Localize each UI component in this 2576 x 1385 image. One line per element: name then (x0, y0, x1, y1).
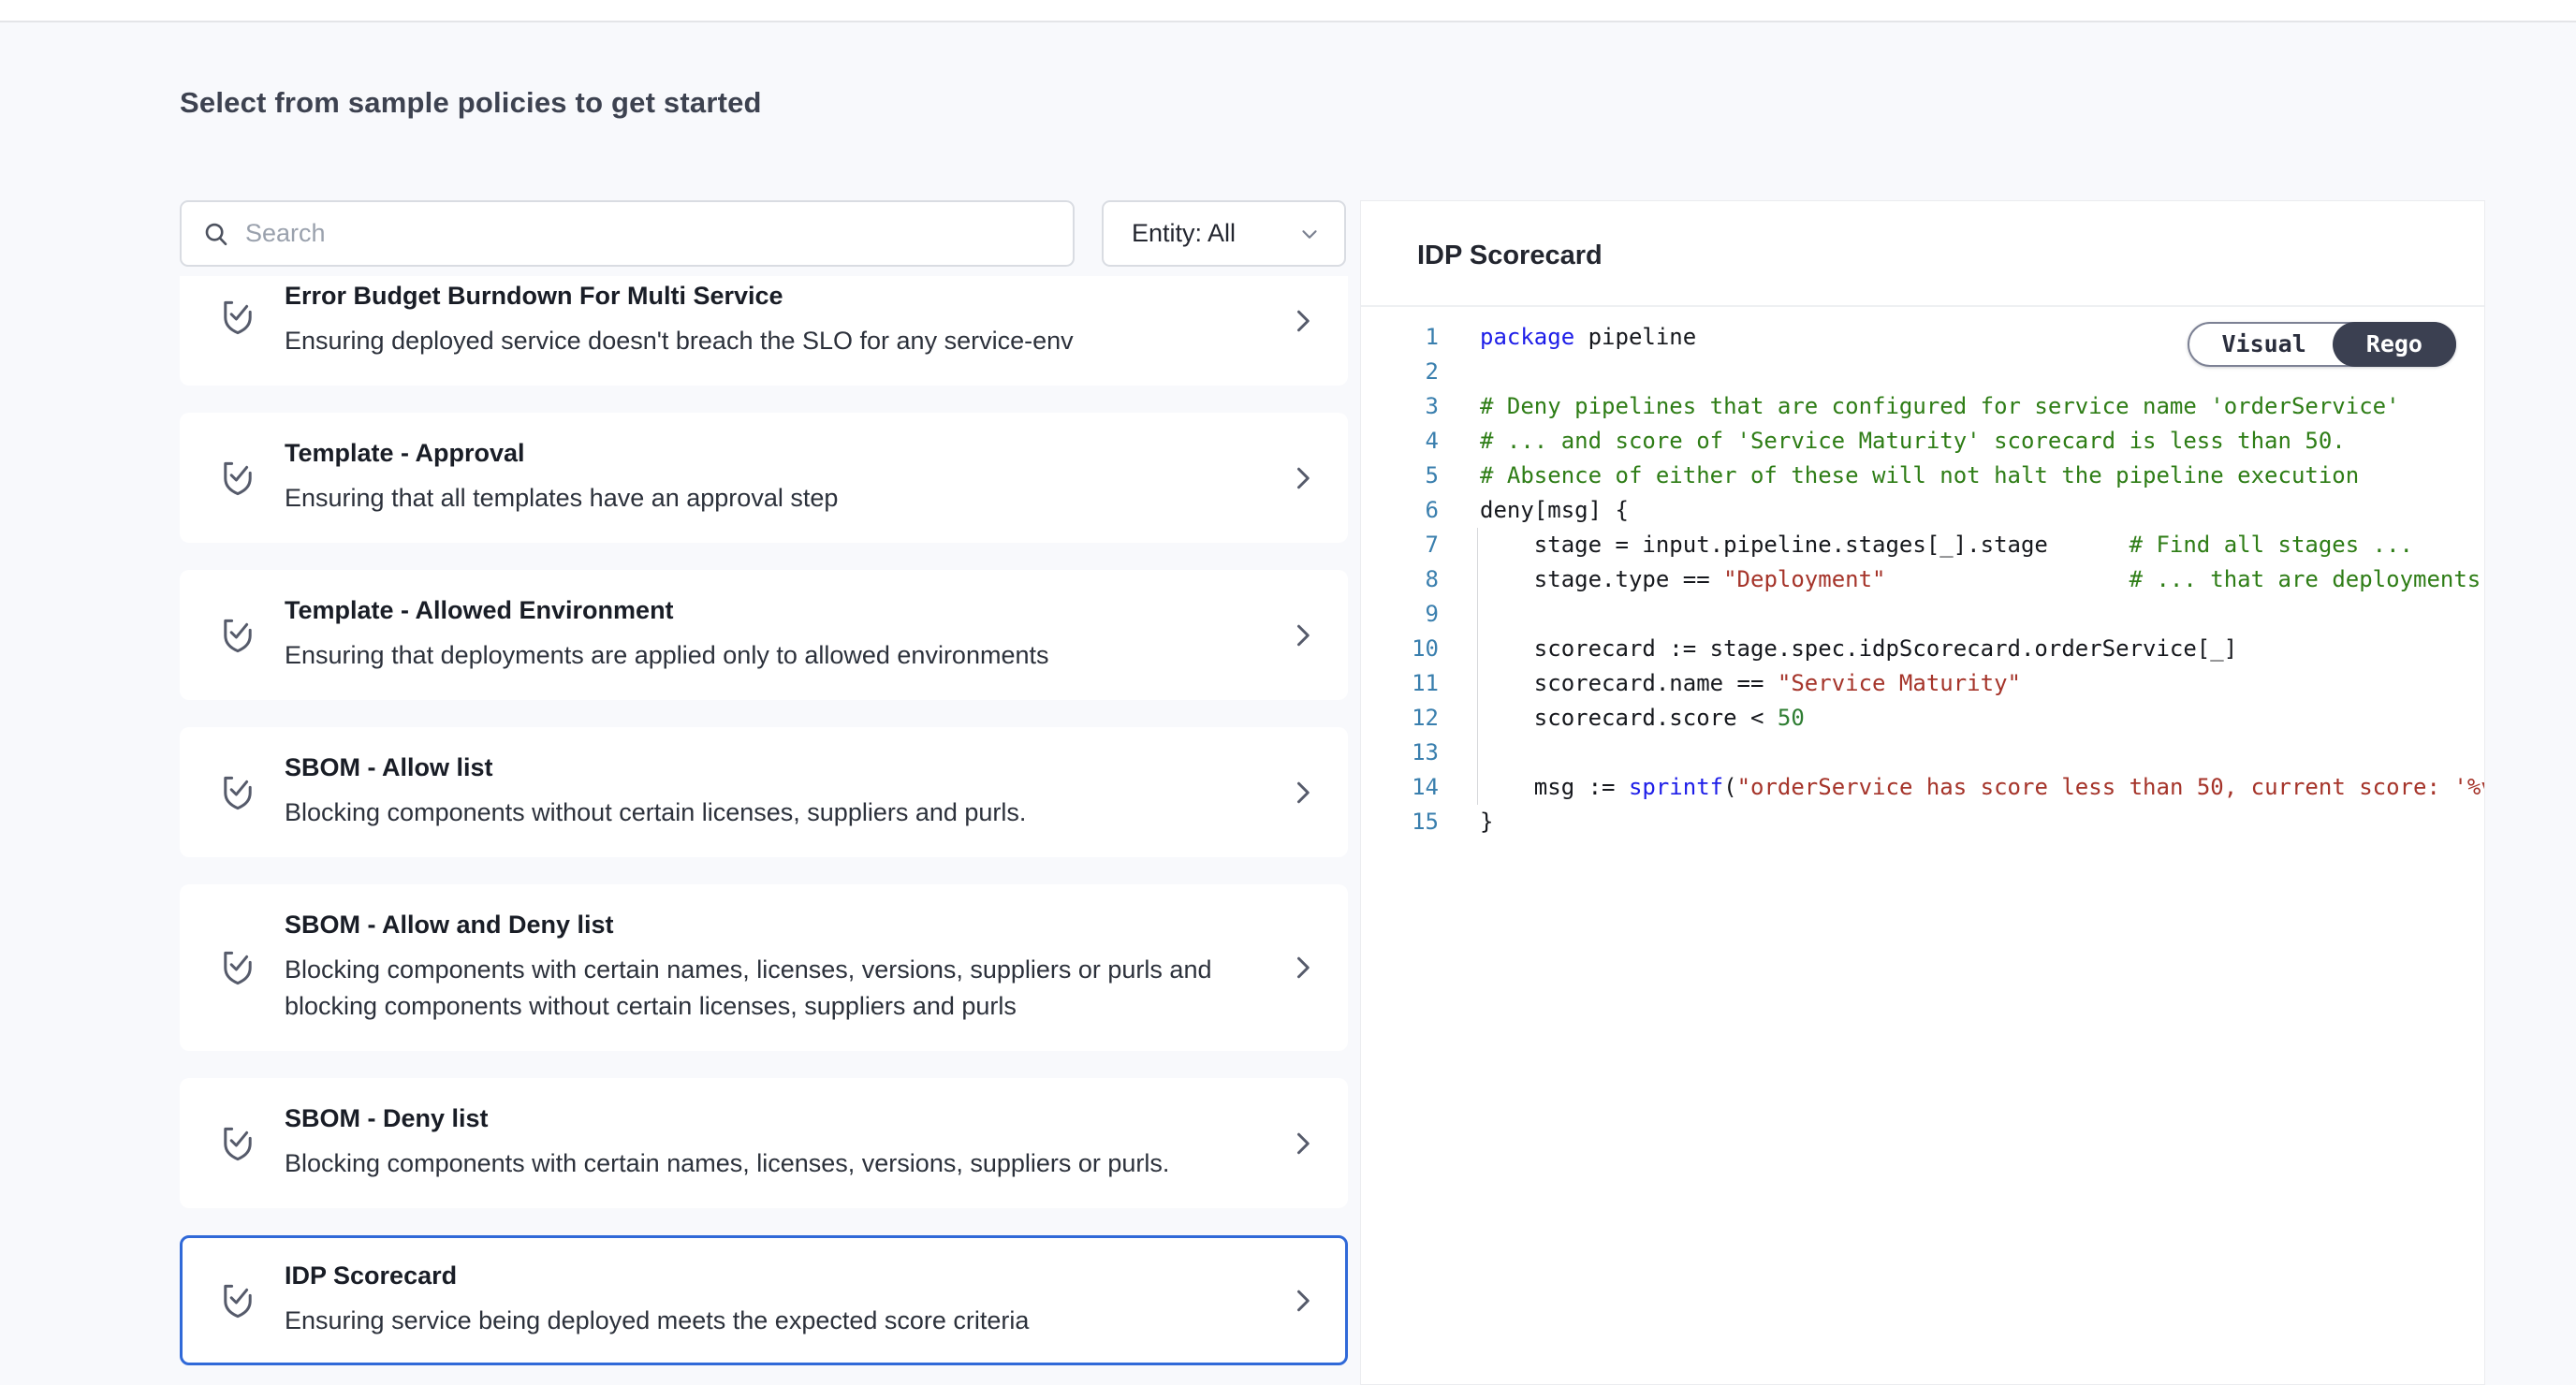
code-line-text: scorecard := stage.spec.idpScorecard.ord… (1480, 632, 2484, 666)
top-bar (0, 0, 2576, 22)
code-line-text: scorecard.score < 50 (1480, 701, 2484, 736)
policy-card[interactable]: IDP Scorecard Ensuring service being dep… (180, 1235, 1348, 1365)
policy-title: SBOM - Allow and Deny list (285, 911, 1271, 940)
policy-title: IDP Scorecard (285, 1261, 1271, 1290)
code-line-text: # ... and score of 'Service Maturity' sc… (1480, 424, 2484, 459)
code-line-text: msg := sprintf("orderService has score l… (1480, 770, 2484, 805)
line-number: 8 (1361, 562, 1480, 597)
line-number: 11 (1361, 666, 1480, 701)
shield-check-icon (215, 1278, 260, 1323)
search-input[interactable] (245, 219, 1052, 248)
line-number: 1 (1361, 320, 1480, 355)
entity-filter-dropdown[interactable]: Entity: All (1102, 200, 1346, 267)
visual-mode-button[interactable]: Visual (2189, 324, 2334, 365)
code-line-text: deny[msg] { (1480, 493, 2484, 528)
code-line: 9 (1361, 597, 2484, 632)
policy-card[interactable]: Template - Approval Ensuring that all te… (180, 413, 1348, 543)
editor-mode-toggle: Visual Rego (2188, 322, 2456, 367)
line-number: 10 (1361, 632, 1480, 666)
shield-check-icon (215, 613, 260, 658)
policy-description: Ensuring that deployments are applied on… (285, 637, 1221, 674)
code-line: 5 # Absence of either of these will not … (1361, 459, 2484, 493)
policy-description: Blocking components without certain lice… (285, 795, 1221, 831)
line-number: 4 (1361, 424, 1480, 459)
policy-description: Ensuring service being deployed meets th… (285, 1303, 1221, 1339)
code-line-text: # Deny pipelines that are configured for… (1480, 389, 2484, 424)
code-line: 12 scorecard.score < 50 (1361, 701, 2484, 736)
policy-detail-panel: IDP Scorecard 1 package pipeline 2 3 # D… (1360, 200, 2485, 1385)
policy-description: Blocking components with certain names, … (285, 1145, 1221, 1182)
code-line: 13 (1361, 736, 2484, 770)
line-number: 13 (1361, 736, 1480, 770)
line-number: 2 (1361, 355, 1480, 389)
policy-title: Template - Allowed Environment (285, 596, 1271, 625)
rego-mode-button[interactable]: Rego (2333, 322, 2456, 367)
line-number: 7 (1361, 528, 1480, 562)
code-line-text: } (1480, 805, 2484, 839)
line-number: 5 (1361, 459, 1480, 493)
detail-title: IDP Scorecard (1417, 241, 2428, 271)
chevron-right-icon (1286, 1127, 1320, 1160)
code-line: 8 stage.type == "Deployment" # ... that … (1361, 562, 2484, 597)
line-number: 14 (1361, 770, 1480, 805)
policy-card[interactable]: SBOM - Allow and Deny list Blocking comp… (180, 884, 1348, 1051)
chevron-right-icon (1286, 1284, 1320, 1318)
code-line: 14 msg := sprintf("orderService has scor… (1361, 770, 2484, 805)
code-line: 4 # ... and score of 'Service Maturity' … (1361, 424, 2484, 459)
policy-title: SBOM - Deny list (285, 1104, 1271, 1133)
code-line: 15 } (1361, 805, 2484, 839)
chevron-right-icon (1286, 619, 1320, 652)
code-line: 11 scorecard.name == "Service Maturity" (1361, 666, 2484, 701)
chevron-right-icon (1286, 304, 1320, 338)
line-number: 15 (1361, 805, 1480, 839)
policy-title: Error Budget Burndown For Multi Service (285, 282, 1271, 311)
search-box[interactable] (180, 200, 1075, 267)
policy-card[interactable]: Template - Allowed Environment Ensuring … (180, 570, 1348, 700)
code-lines: 1 package pipeline 2 3 # Deny pipelines … (1361, 320, 2484, 839)
shield-check-icon (215, 1121, 260, 1166)
chevron-right-icon (1286, 951, 1320, 984)
code-editor[interactable]: 1 package pipeline 2 3 # Deny pipelines … (1361, 307, 2484, 1353)
line-number: 6 (1361, 493, 1480, 528)
chevron-right-icon (1286, 461, 1320, 495)
page-title: Select from sample policies to get start… (180, 86, 762, 120)
toolbar: Entity: All (180, 200, 1346, 267)
code-line: 3 # Deny pipelines that are configured f… (1361, 389, 2484, 424)
policy-description: Blocking components with certain names, … (285, 952, 1221, 1025)
code-line-text (1480, 736, 2484, 770)
line-number: 9 (1361, 597, 1480, 632)
code-line-text: scorecard.name == "Service Maturity" (1480, 666, 2484, 701)
policy-list: Error Budget Burndown For Multi Service … (180, 276, 1348, 1365)
code-line: 7 stage = input.pipeline.stages[_].stage… (1361, 528, 2484, 562)
chevron-right-icon (1286, 776, 1320, 809)
shield-check-icon (215, 456, 260, 501)
shield-check-icon (215, 945, 260, 990)
shield-check-icon (215, 295, 260, 340)
code-line-text: stage = input.pipeline.stages[_].stage #… (1480, 528, 2484, 562)
entity-filter-label: Entity: All (1132, 219, 1236, 248)
code-line-text: stage.type == "Deployment" # ... that ar… (1480, 562, 2484, 597)
code-line: 6 deny[msg] { (1361, 493, 2484, 528)
policy-card[interactable]: SBOM - Deny list Blocking components wit… (180, 1078, 1348, 1208)
line-number: 3 (1361, 389, 1480, 424)
code-line-text: # Absence of either of these will not ha… (1480, 459, 2484, 493)
policy-card[interactable]: Error Budget Burndown For Multi Service … (180, 276, 1348, 386)
policy-description: Ensuring deployed service doesn't breach… (285, 323, 1221, 359)
policy-title: Template - Approval (285, 439, 1271, 468)
policy-card[interactable]: SBOM - Allow list Blocking components wi… (180, 727, 1348, 857)
policy-title: SBOM - Allow list (285, 753, 1271, 782)
search-icon (202, 220, 230, 248)
code-line-text (1480, 597, 2484, 632)
shield-check-icon (215, 770, 260, 815)
policy-description: Ensuring that all templates have an appr… (285, 480, 1221, 517)
code-line: 10 scorecard := stage.spec.idpScorecard.… (1361, 632, 2484, 666)
chevron-down-icon (1297, 222, 1322, 246)
line-number: 12 (1361, 701, 1480, 736)
